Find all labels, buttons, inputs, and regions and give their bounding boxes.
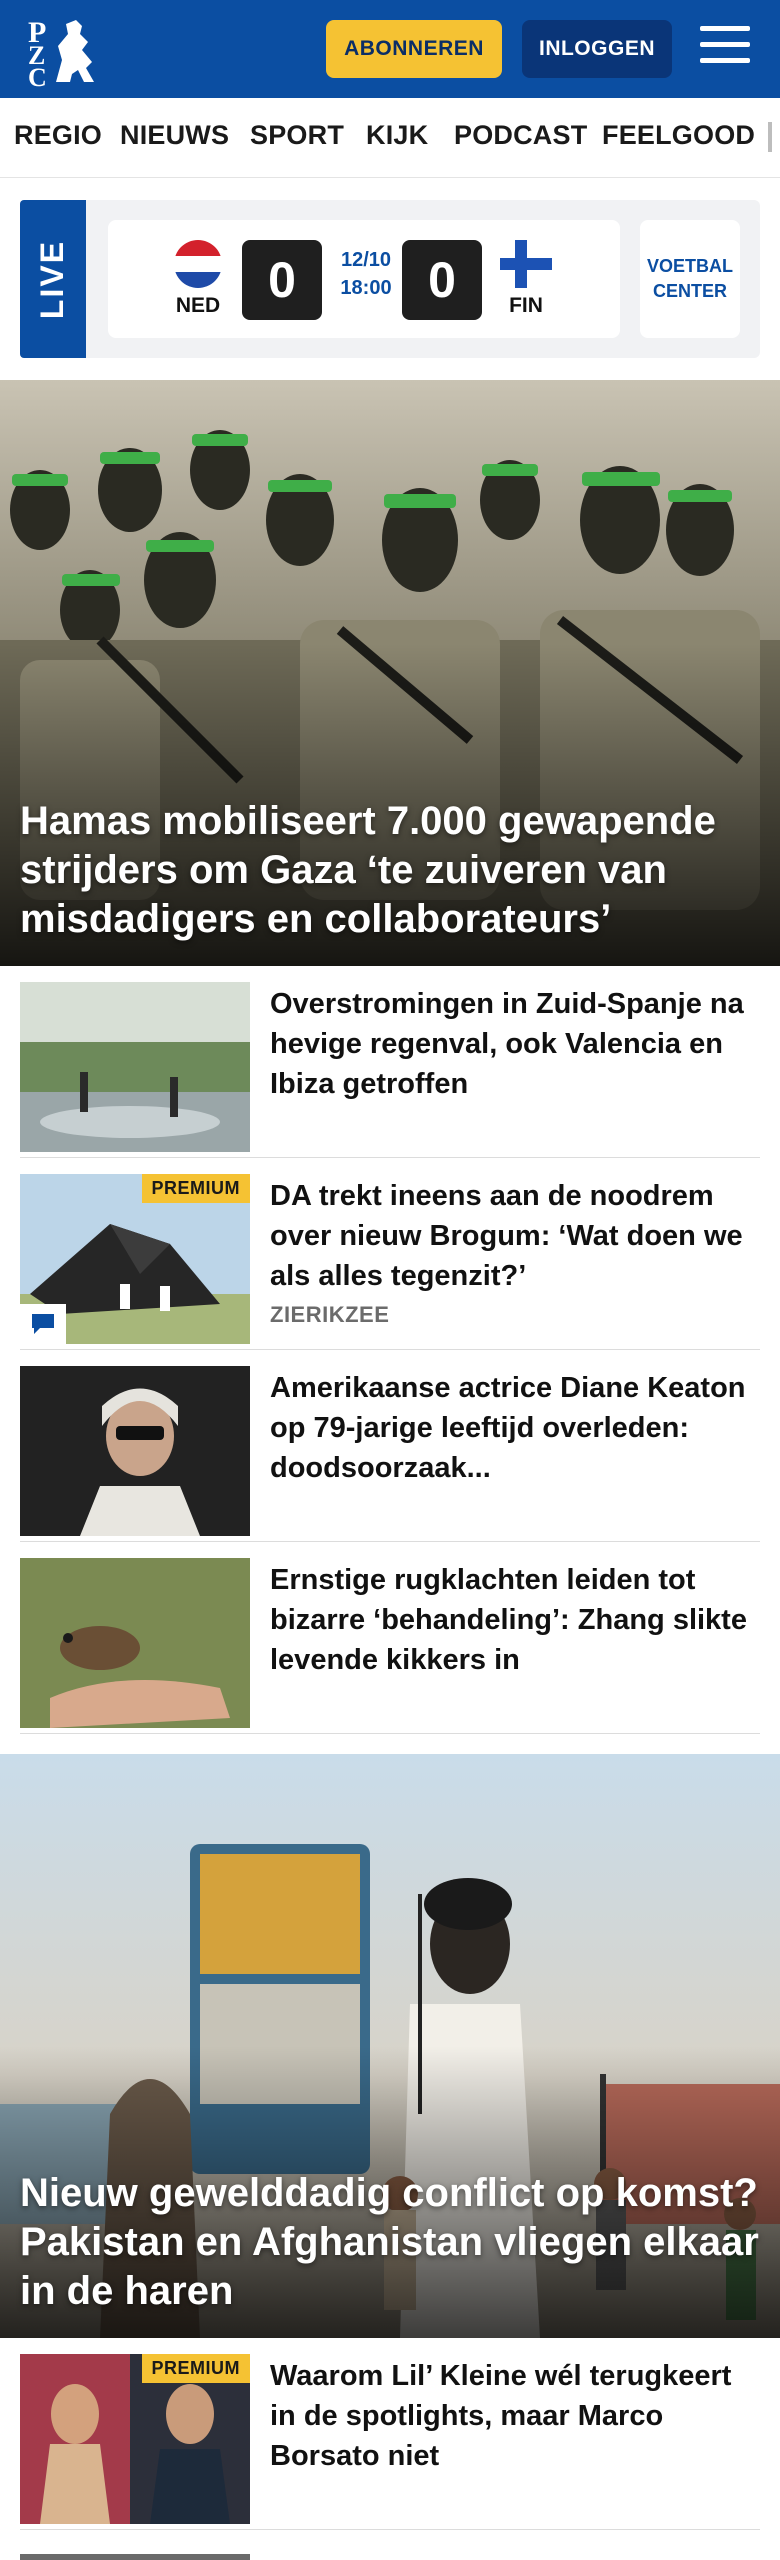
login-button[interactable]: INLOGGEN — [522, 20, 672, 78]
svg-text:C: C — [28, 63, 47, 88]
voetbal-center-button[interactable]: VOETBAL CENTER — [640, 220, 740, 338]
list-item[interactable]: Ernstige rugklachten leiden tot bizarre … — [20, 1542, 760, 1734]
live-match-bar: LIVE NED 0 12/10 18:00 0 FIN VOETBAL CENT… — [20, 200, 760, 358]
match-datetime: 12/10 18:00 — [328, 246, 404, 302]
hero-article-hamas[interactable]: Hamas mobiliseert 7.000 gewapende strijd… — [0, 380, 780, 966]
list-item[interactable]: Overstromingen in Zuid-Spanje na hevige … — [20, 966, 760, 1158]
pzc-logo[interactable]: P Z C — [22, 12, 114, 92]
hero-headline[interactable]: Hamas mobiliseert 7.000 gewapende strijd… — [20, 797, 760, 944]
hero-headline[interactable]: Nieuw gewelddadig conflict op komst? Pak… — [20, 2169, 760, 2316]
nav-item-nieuws[interactable]: NIEUWS — [120, 120, 229, 151]
match-time: 18:00 — [340, 277, 392, 299]
finland-flag-icon — [500, 240, 552, 288]
home-team: NED — [175, 294, 221, 317]
list-item[interactable]: PREMIUM Waarom Lil’ Kleine wél terugkeer… — [20, 2338, 760, 2530]
nav-item-sport[interactable]: SPORT — [250, 120, 344, 151]
nav-item-regio[interactable]: REGIO — [14, 120, 102, 151]
comment-icon — [20, 1304, 66, 1344]
article-thumbnail — [20, 1366, 250, 1536]
article-thumbnail: PREMIUM — [20, 1174, 250, 1344]
subscribe-button[interactable]: ABONNEREN — [326, 20, 502, 78]
list-item[interactable]: PREMIUM DA trekt ineens aan de noodrem o… — [20, 1158, 760, 1350]
nav-item-kijk[interactable]: KIJK — [366, 120, 428, 151]
section-nav: REGIO NIEUWS SPORT KIJK PODCAST FEELGOOD — [0, 98, 780, 178]
nav-item-podcast[interactable]: PODCAST — [454, 120, 587, 151]
article-title[interactable]: DA trekt ineens aan de noodrem over nieu… — [270, 1176, 760, 1296]
nav-overflow-indicator — [768, 122, 772, 152]
article-thumbnail — [20, 982, 250, 1152]
site-header: P Z C ABONNEREN INLOGGEN — [0, 0, 780, 98]
hero-article-pakistan[interactable]: Nieuw gewelddadig conflict op komst? Pak… — [0, 1754, 780, 2338]
away-score: 0 — [402, 240, 482, 320]
match-date: 12/10 — [340, 249, 392, 271]
away-team: FIN — [509, 294, 543, 317]
article-title[interactable]: Amerikaanse actrice Diane Keaton op 79-j… — [270, 1368, 760, 1488]
netherlands-flag-icon — [174, 240, 222, 288]
list-item-partial[interactable] — [20, 2546, 760, 2560]
article-title[interactable]: Ernstige rugklachten leiden tot bizarre … — [270, 1560, 760, 1680]
list-item[interactable]: Amerikaanse actrice Diane Keaton op 79-j… — [20, 1350, 760, 1542]
premium-badge: PREMIUM — [141, 2354, 250, 2383]
home-score: 0 — [242, 240, 322, 320]
score-card[interactable]: NED 0 12/10 18:00 0 FIN — [108, 220, 620, 338]
article-title[interactable]: Waarom Lil’ Kleine wél terugkeert in de … — [270, 2356, 760, 2476]
live-tag: LIVE — [20, 200, 86, 358]
article-thumbnail — [20, 1558, 250, 1728]
premium-badge: PREMIUM — [141, 1174, 250, 1203]
hamburger-icon[interactable] — [700, 26, 752, 70]
article-thumbnail: PREMIUM — [20, 2354, 250, 2524]
nav-item-feelgood[interactable]: FEELGOOD — [602, 120, 755, 151]
article-title[interactable]: Overstromingen in Zuid-Spanje na hevige … — [270, 984, 760, 1104]
article-region: ZIERIKZEE — [270, 1302, 390, 1327]
